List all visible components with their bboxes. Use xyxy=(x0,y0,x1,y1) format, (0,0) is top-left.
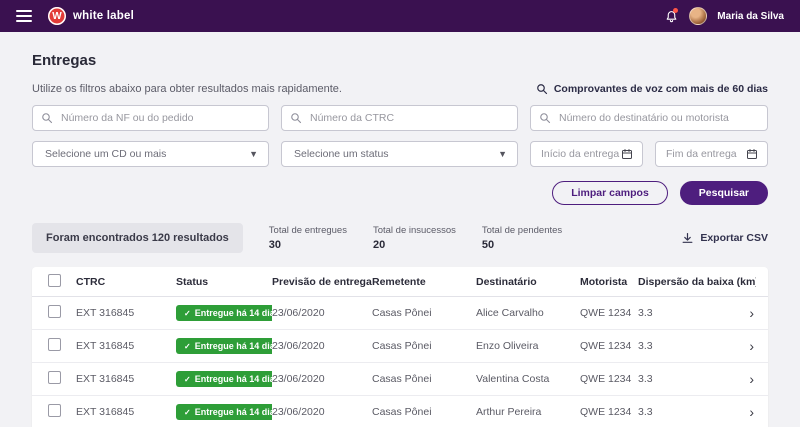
download-icon xyxy=(682,232,693,243)
cell-recipient: Arthur Pereira xyxy=(476,406,542,418)
end-date-input[interactable]: Fim da entrega xyxy=(655,141,768,167)
cell-driver: QWE 1234 xyxy=(580,307,632,319)
chevron-down-icon: ▼ xyxy=(498,149,507,159)
col-delivery-date: Previsão de entrega xyxy=(272,275,372,288)
search-icon xyxy=(41,112,53,124)
status-badge: ✓ Entregue há 14 dias xyxy=(176,371,272,387)
check-icon: ✓ xyxy=(184,374,191,384)
top-bar: W white label Maria da Silva xyxy=(0,0,800,32)
cell-sender: Casas Pônei xyxy=(372,373,432,385)
cell-recipient: Alice Carvalho xyxy=(476,307,544,319)
notifications-bell-icon[interactable] xyxy=(663,8,679,24)
cell-dispersion: 3.3 xyxy=(638,340,653,352)
cell-driver: QWE 1234 xyxy=(580,340,632,352)
cell-recipient: Valentina Costa xyxy=(476,373,550,385)
cell-delivery-date: 23/06/2020 xyxy=(272,340,325,352)
chevron-right-icon[interactable]: › xyxy=(749,372,754,386)
ctrc-input[interactable] xyxy=(282,106,517,130)
col-dispersion: Dispersão da baixa (km) xyxy=(638,275,756,288)
chevron-right-icon[interactable]: › xyxy=(749,306,754,320)
user-name[interactable]: Maria da Silva xyxy=(717,11,784,22)
col-recipient: Destinatário xyxy=(476,275,537,288)
cell-delivery-date: 23/06/2020 xyxy=(272,406,325,418)
cell-sender: Casas Pônei xyxy=(372,307,432,319)
nf-order-input[interactable] xyxy=(33,106,268,130)
avatar[interactable] xyxy=(689,7,708,25)
search-icon xyxy=(290,112,302,124)
table-row[interactable]: EXT 316845 ✓ Entregue há 14 dias 23/06/20… xyxy=(32,330,768,363)
page-subtitle: Utilize os filtros abaixo para obter res… xyxy=(32,83,342,95)
table-header-row: CTRC Status Previsão de entrega Remetent… xyxy=(32,267,768,297)
cell-ctrc: EXT 316845 xyxy=(76,307,135,319)
status-select[interactable]: Selecione um status ▼ xyxy=(281,141,518,167)
table-row[interactable]: EXT 316845 ✓ Entregue há 14 dias 23/06/20… xyxy=(32,297,768,330)
row-checkbox[interactable] xyxy=(48,305,61,318)
status-badge: ✓ Entregue há 14 dias xyxy=(176,404,272,420)
table-row[interactable]: EXT 316845 ✓ Entregue há 14 dias 23/06/20… xyxy=(32,396,768,427)
total-delivered: Total de entregues 30 xyxy=(268,225,347,251)
start-date-input[interactable]: Início da entrega xyxy=(530,141,643,167)
col-driver: Motorista xyxy=(580,275,628,288)
page-title: Entregas xyxy=(32,52,97,69)
menu-icon[interactable] xyxy=(16,10,32,22)
export-csv-button[interactable]: Exportar CSV xyxy=(681,232,768,245)
cell-delivery-date: 23/06/2020 xyxy=(272,373,325,385)
cell-ctrc: EXT 316845 xyxy=(76,340,135,352)
select-all-checkbox[interactable] xyxy=(48,273,61,287)
check-icon: ✓ xyxy=(184,407,191,417)
row-checkbox[interactable] xyxy=(48,404,61,417)
logo-icon: W xyxy=(48,7,66,25)
cell-ctrc: EXT 316845 xyxy=(76,373,135,385)
calendar-icon xyxy=(747,149,757,159)
chevron-down-icon: ▼ xyxy=(249,149,258,159)
clear-fields-button[interactable]: Limpar campos xyxy=(552,181,668,205)
total-failed: Total de insucessos 20 xyxy=(372,225,456,251)
cell-dispersion: 3.3 xyxy=(638,406,653,418)
status-badge: ✓ Entregue há 14 dias xyxy=(176,338,272,354)
brand-logo[interactable]: W white label xyxy=(48,7,134,25)
cell-sender: Casas Pônei xyxy=(372,406,432,418)
col-ctrc: CTRC xyxy=(76,275,106,288)
brand-name: white label xyxy=(73,10,134,22)
col-sender: Remetente xyxy=(372,275,426,288)
cell-recipient: Enzo Oliveira xyxy=(476,340,539,352)
row-checkbox[interactable] xyxy=(48,338,61,351)
cell-dispersion: 3.3 xyxy=(638,373,653,385)
cell-dispersion: 3.3 xyxy=(638,307,653,319)
deliveries-table: CTRC Status Previsão de entrega Remetent… xyxy=(32,267,768,427)
col-status: Status xyxy=(176,275,209,288)
row-checkbox[interactable] xyxy=(48,371,61,384)
cd-select[interactable]: Selecione um CD ou mais ▼ xyxy=(32,141,269,167)
check-icon: ✓ xyxy=(184,341,191,351)
chevron-right-icon[interactable]: › xyxy=(749,405,754,419)
cell-sender: Casas Pônei xyxy=(372,340,432,352)
voice-receipts-link[interactable]: Comprovantes de voz com mais de 60 dias xyxy=(536,83,768,95)
cell-delivery-date: 23/06/2020 xyxy=(272,307,325,319)
status-badge: ✓ Entregue há 14 dias xyxy=(176,305,272,321)
main-content: Entregas Utilize os filtros abaixo para … xyxy=(0,52,800,427)
recipient-driver-input[interactable] xyxy=(531,106,767,130)
calendar-icon xyxy=(622,149,632,159)
search-button[interactable]: Pesquisar xyxy=(679,181,768,205)
table-row[interactable]: EXT 316845 ✓ Entregue há 14 dias 23/06/20… xyxy=(32,363,768,396)
total-pending: Total de pendentes 50 xyxy=(481,225,563,251)
cell-driver: QWE 1234 xyxy=(580,406,632,418)
results-count: Foram encontrados 120 resultados xyxy=(32,223,243,253)
check-icon: ✓ xyxy=(184,308,191,318)
search-icon xyxy=(539,112,551,124)
search-icon xyxy=(536,84,547,95)
cell-ctrc: EXT 316845 xyxy=(76,406,135,418)
chevron-right-icon[interactable]: › xyxy=(749,339,754,353)
cell-driver: QWE 1234 xyxy=(580,373,632,385)
